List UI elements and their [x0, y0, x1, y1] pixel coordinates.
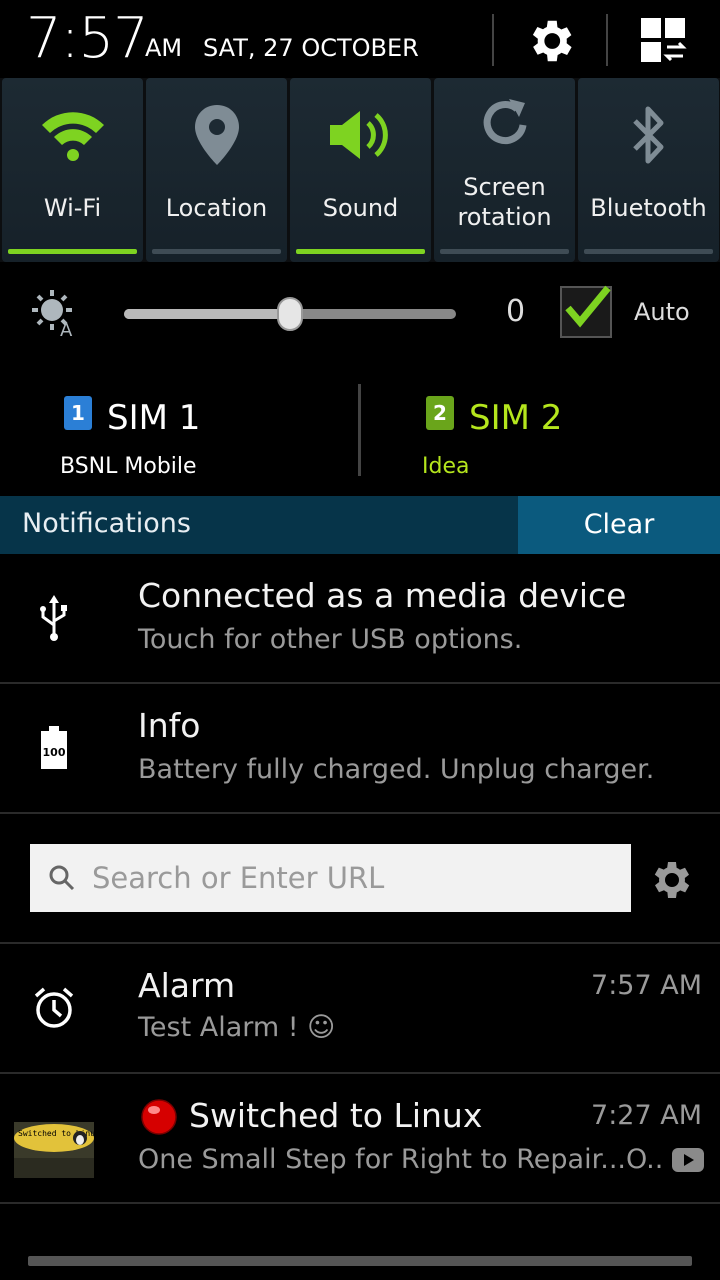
wifi-icon [2, 100, 143, 170]
notification-text: One Small Step for Right to Repair...O.. [138, 1144, 664, 1175]
toggle-location[interactable]: Location [146, 78, 287, 262]
clock-time: 7:57 [26, 6, 149, 71]
notification-alarm[interactable]: Alarm 7:57 AM Test Alarm ! ☺ [0, 944, 720, 1074]
rotation-icon [434, 92, 575, 154]
date-label: SAT, 27 OCTOBER [203, 34, 419, 62]
clock-ampm: AM [145, 34, 183, 62]
brightness-slider-fill [124, 309, 290, 319]
toggle-wifi[interactable]: Wi-Fi [2, 78, 143, 262]
clear-button[interactable]: Clear [518, 496, 720, 554]
quick-settings-toggles: Wi-Fi Location Sound Screen rotation Blu… [0, 78, 720, 262]
settings-gear-icon[interactable] [520, 14, 580, 68]
toggle-label: Sound [322, 194, 399, 222]
notification-youtube[interactable]: Switched to Linux Switched to Linux 7:27… [0, 1074, 720, 1204]
toggle-screen-rotation[interactable]: Screen rotation [434, 78, 575, 262]
notification-text: Touch for other USB options. [138, 624, 523, 655]
brightness-row: A 0 Auto [0, 262, 720, 362]
notification-title: Info [138, 706, 201, 745]
alarm-clock-icon [24, 978, 84, 1038]
header-divider [492, 14, 494, 66]
sim2-carrier: Idea [422, 454, 470, 479]
brightness-value: 0 [506, 294, 526, 329]
bluetooth-icon [578, 100, 719, 170]
location-pin-icon [146, 100, 287, 170]
toggle-label: Location [165, 194, 268, 222]
notifications-header: Notifications [0, 496, 518, 554]
sim-divider [358, 384, 361, 476]
notifications-title: Notifications [22, 508, 191, 539]
usb-icon [24, 588, 84, 648]
sim-status-row: 1 SIM 1 BSNL Mobile 2 SIM 2 Idea [0, 362, 720, 496]
notification-title: Alarm [138, 966, 236, 1005]
toggle-indicator [584, 249, 713, 254]
brightness-slider[interactable] [124, 297, 456, 331]
brightness-slider-thumb[interactable] [277, 297, 303, 331]
sim1-badge: 1 [64, 396, 92, 430]
search-widget [0, 814, 720, 944]
search-box[interactable] [30, 844, 631, 912]
search-settings-gear-icon[interactable] [646, 856, 694, 904]
auto-brightness-label: Auto [634, 298, 690, 326]
battery-full-icon: 100 [24, 718, 84, 778]
header-divider [606, 14, 608, 66]
toggle-indicator [152, 249, 281, 254]
search-icon [49, 865, 75, 891]
toggle-indicator [8, 249, 137, 254]
video-thumbnail: Switched to Linux [14, 1122, 94, 1178]
quick-panel-edit-icon[interactable] [634, 14, 694, 68]
toggle-indicator [440, 249, 569, 254]
sim1-carrier: BSNL Mobile [60, 454, 197, 479]
notification-title: Connected as a media device [138, 576, 627, 615]
sim2-name: SIM 2 [469, 398, 563, 438]
notification-info[interactable]: 100 Info Battery fully charged. Unplug c… [0, 684, 720, 814]
search-input[interactable] [92, 854, 612, 902]
speaker-icon [290, 100, 431, 170]
notification-title: Switched to Linux [189, 1096, 483, 1135]
toggle-label: Wi-Fi [43, 194, 102, 222]
youtube-icon [672, 1148, 704, 1172]
shade-drag-handle[interactable] [28, 1256, 692, 1266]
auto-brightness-checkbox[interactable] [560, 285, 612, 338]
toggle-indicator [296, 249, 425, 254]
sim1-name: SIM 1 [107, 398, 201, 438]
notification-time: 7:27 AM [591, 1100, 702, 1131]
battery-level-text: 100 [43, 746, 66, 759]
notification-text: Test Alarm ! ☺ [138, 1012, 336, 1043]
sim2-badge: 2 [426, 396, 454, 430]
notification-usb[interactable]: Connected as a media device Touch for ot… [0, 554, 720, 684]
notification-shade-header: 7:57 AM SAT, 27 OCTOBER [0, 0, 720, 78]
toggle-label: Bluetooth [590, 194, 707, 222]
toggle-sound[interactable]: Sound [290, 78, 431, 262]
toggle-bluetooth[interactable]: Bluetooth [578, 78, 719, 262]
svg-text:A: A [60, 320, 73, 338]
red-record-dot-icon [141, 1099, 177, 1135]
notification-text: Battery fully charged. Unplug charger. [138, 754, 655, 785]
notification-time: 7:57 AM [591, 970, 702, 1001]
toggle-label: Screen rotation [457, 173, 552, 231]
auto-brightness-icon: A [30, 288, 80, 341]
